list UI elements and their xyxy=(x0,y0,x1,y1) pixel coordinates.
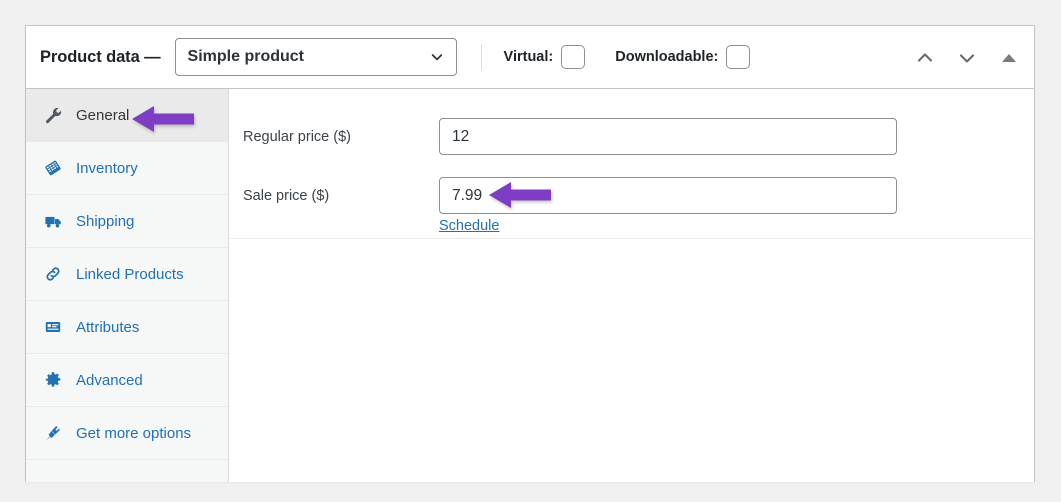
move-down-button[interactable] xyxy=(956,47,978,69)
wrench-icon xyxy=(43,105,63,125)
sidebar-item-label: Shipping xyxy=(76,212,135,230)
triangle-up-icon xyxy=(1002,53,1016,62)
sidebar-item-inventory[interactable]: Inventory xyxy=(26,142,228,195)
archive-box-icon xyxy=(43,158,63,178)
gear-icon xyxy=(43,370,63,390)
metabox-body: General Inventory Shipping Linked Produc… xyxy=(26,89,1034,482)
product-type-selected-value: Simple product xyxy=(187,48,304,65)
schedule-link[interactable]: Schedule xyxy=(439,218,499,234)
toggle-panel-button[interactable] xyxy=(998,47,1020,69)
regular-price-row: Regular price ($) 12 xyxy=(229,107,1034,166)
virtual-checkbox[interactable] xyxy=(561,45,586,69)
list-card-icon xyxy=(43,317,63,337)
metabox-header-actions xyxy=(914,26,1020,89)
sidebar-item-label: General xyxy=(76,106,130,124)
tabs-filler xyxy=(26,460,228,482)
sale-price-input[interactable]: 7.99 xyxy=(439,177,897,214)
sidebar-item-attributes[interactable]: Attributes xyxy=(26,301,228,354)
sidebar-item-label: Advanced xyxy=(76,371,143,389)
regular-price-input[interactable]: 12 xyxy=(439,118,897,155)
sidebar-item-linked-products[interactable]: Linked Products xyxy=(26,248,228,301)
pricing-group-divider xyxy=(229,238,1034,239)
plug-icon xyxy=(43,423,63,443)
product-data-tabs: General Inventory Shipping Linked Produc… xyxy=(26,89,229,482)
product-type-select[interactable]: Simple product xyxy=(174,38,457,76)
sale-price-label: Sale price ($) xyxy=(243,187,330,204)
metabox-header: Product data — Simple product Virtual: D… xyxy=(26,26,1034,89)
sidebar-item-general[interactable]: General xyxy=(26,89,228,142)
sidebar-item-advanced[interactable]: Advanced xyxy=(26,354,228,407)
sidebar-item-label: Get more options xyxy=(76,424,192,442)
regular-price-label: Regular price ($) xyxy=(243,128,351,145)
page-title: Product data — xyxy=(40,47,161,66)
chevron-down-icon xyxy=(429,49,445,65)
product-data-metabox: Product data — Simple product Virtual: D… xyxy=(25,25,1035,482)
sidebar-item-label: Attributes xyxy=(76,318,140,336)
sidebar-item-get-more-options[interactable]: Get more options xyxy=(26,407,228,460)
link-icon xyxy=(43,264,63,284)
sidebar-item-label: Inventory xyxy=(76,159,138,177)
virtual-field: Virtual: xyxy=(504,45,586,69)
downloadable-field: Downloadable: xyxy=(615,45,751,69)
sidebar-item-shipping[interactable]: Shipping xyxy=(26,195,228,248)
move-up-button[interactable] xyxy=(914,47,936,69)
downloadable-label: Downloadable: xyxy=(615,49,719,65)
downloadable-checkbox[interactable] xyxy=(726,45,751,69)
sidebar-item-label: Linked Products xyxy=(76,265,184,283)
general-tab-panel: Regular price ($) 12 Sale price ($) 7.99… xyxy=(229,89,1034,482)
truck-icon xyxy=(43,211,63,231)
virtual-label: Virtual: xyxy=(503,49,554,65)
header-divider xyxy=(480,44,482,70)
schedule-row: Schedule xyxy=(229,217,1034,235)
